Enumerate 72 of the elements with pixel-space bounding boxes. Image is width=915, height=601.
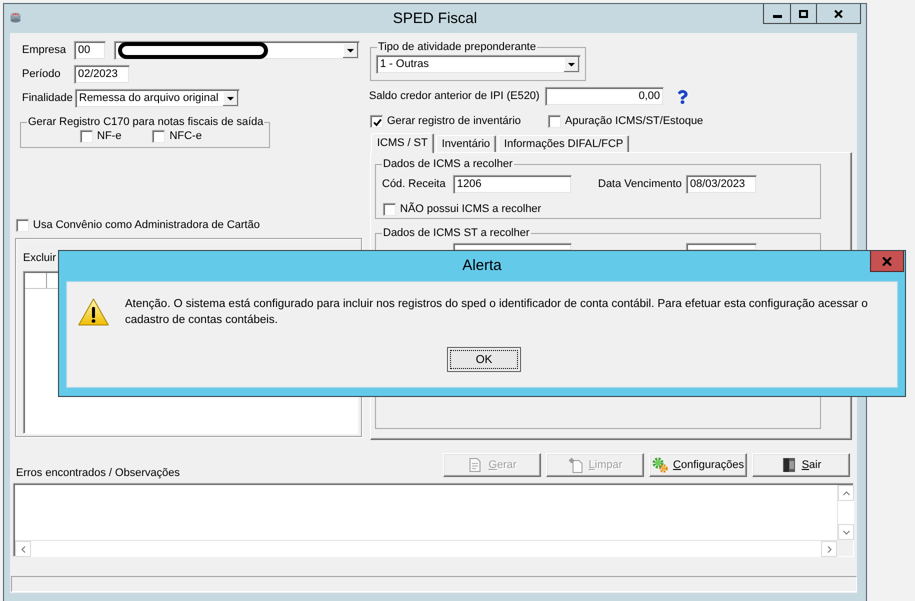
action-button[interactable]: Configurações — [649, 453, 747, 477]
scroll-left-button[interactable] — [15, 541, 31, 557]
minimize-button[interactable] — [763, 4, 791, 24]
checkbox[interactable] — [80, 130, 93, 143]
close-icon — [882, 256, 892, 266]
checkbox-label[interactable]: NFC-e — [169, 130, 202, 143]
database-icon — [10, 12, 21, 23]
vertical-scrollbar[interactable] — [837, 485, 853, 540]
text-field[interactable]: 1206 — [453, 175, 572, 194]
chevron-right-icon — [826, 546, 832, 552]
document-icon — [467, 457, 484, 473]
field-label: Saldo credor anterior de IPI (E520) — [369, 90, 541, 103]
tab[interactable]: Inventário — [436, 135, 496, 153]
scrollbar-corner — [837, 540, 853, 556]
gears-icon — [652, 457, 668, 473]
checkbox-label[interactable]: Apuração ICMS/ST/Estoque — [565, 115, 704, 128]
checkbox-label[interactable]: NÃO possui ICMS a recolher — [400, 203, 542, 216]
chevron-left-icon — [20, 546, 26, 552]
dropdown-arrow-icon — [343, 43, 358, 58]
horizontal-scrollbar[interactable] — [15, 540, 837, 556]
group-title: Tipo de atividade preponderante — [377, 41, 537, 53]
alert-message: Atenção. O sistema está configurado para incluir nos registros do sped o identificador de conta contábil. Para efetuar esta configuração acessar o cadastro de contas contábeis. — [125, 297, 869, 328]
dropdown-arrow-icon — [564, 57, 579, 72]
field-label: Finalidade — [22, 92, 74, 105]
field-label: Período — [22, 68, 62, 81]
checkbox-label[interactable]: Usa Convênio como Administradora de Cartão — [33, 219, 260, 232]
warning-icon — [78, 298, 109, 326]
checkbox[interactable] — [16, 219, 29, 232]
group-title: Gerar Registro C170 para notas fiscais de saída — [27, 116, 264, 128]
checkbox[interactable] — [548, 115, 561, 128]
checkmark-icon — [372, 118, 382, 126]
checkbox-label[interactable]: NF-e — [97, 130, 122, 143]
scroll-right-button[interactable] — [821, 541, 837, 557]
section-label: Excluir — [23, 252, 56, 265]
checkbox-label[interactable]: Gerar registro de inventário — [387, 115, 521, 128]
checkbox[interactable] — [152, 130, 166, 143]
text-field[interactable] — [453, 243, 572, 250]
close-button[interactable] — [816, 4, 861, 24]
minimize-icon — [772, 14, 782, 18]
text-field[interactable]: 0,00 — [545, 87, 664, 106]
group-title: Dados de ICMS ST a recolher — [382, 227, 531, 239]
group-title: Dados de ICMS a recolher — [382, 158, 514, 170]
scroll-down-button[interactable] — [838, 524, 854, 540]
field-label: Cód. Receita — [382, 178, 447, 191]
scroll-up-button[interactable] — [838, 485, 854, 501]
dropdown-arrow-icon — [223, 91, 238, 106]
field-label: Data Vencimento — [598, 178, 683, 191]
checkbox[interactable] — [370, 115, 383, 128]
dropdown[interactable] — [114, 41, 360, 60]
field-label: Empresa — [22, 44, 68, 57]
dropdown[interactable]: 1 - Outras — [376, 55, 581, 74]
text-field[interactable]: 00 — [74, 41, 106, 60]
chevron-up-icon — [842, 490, 850, 496]
checkbox[interactable] — [383, 203, 396, 216]
memo-field[interactable] — [13, 483, 854, 557]
field-label: Erros encontrados / Observações — [16, 467, 180, 480]
text-field[interactable]: 08/03/2023 — [686, 175, 757, 194]
help-icon — [677, 90, 688, 104]
dropdown[interactable]: Remessa do arquivo original — [75, 89, 240, 108]
tab[interactable]: Informações DIFAL/FCP — [498, 135, 630, 153]
page-plus-icon — [568, 457, 584, 473]
window-title: SPED Fiscal — [392, 9, 478, 29]
action-button[interactable]: Sair — [752, 453, 850, 477]
door-icon — [780, 457, 797, 473]
dialog-title: Alerta — [462, 256, 502, 276]
text-field[interactable] — [686, 243, 757, 250]
maximize-icon — [799, 10, 808, 18]
chevron-down-icon — [842, 530, 850, 534]
tab[interactable]: ICMS / ST — [371, 133, 434, 153]
text-field[interactable]: 02/2023 — [74, 65, 130, 84]
close-icon — [834, 10, 843, 18]
ok-button[interactable]: OK — [447, 347, 521, 372]
